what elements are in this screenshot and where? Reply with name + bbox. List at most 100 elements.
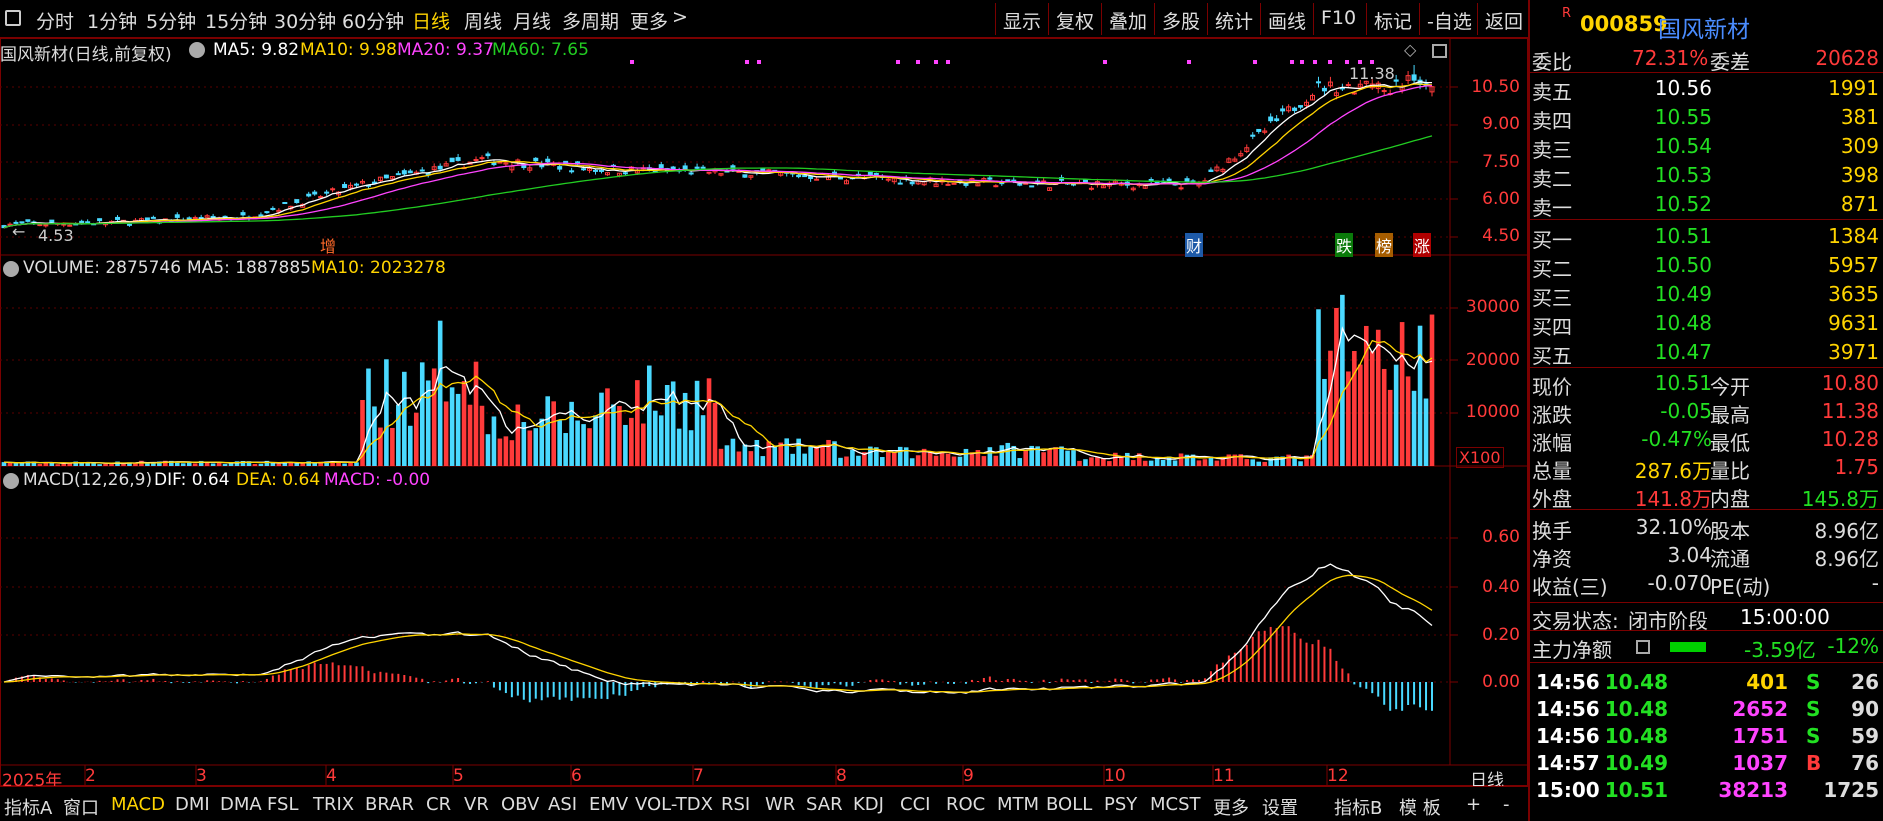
- tab-mtm[interactable]: MTM: [997, 794, 1039, 815]
- tab-fsl[interactable]: FSL: [267, 794, 299, 815]
- back-button[interactable]: 返回: [1477, 3, 1530, 35]
- bid-price: 10.49: [1654, 282, 1712, 306]
- volume-bar: [891, 452, 897, 466]
- event-marker-zhang[interactable]: 涨: [1413, 233, 1432, 257]
- zoom-out-button[interactable]: -: [1503, 794, 1510, 815]
- template-button[interactable]: 模 板: [1399, 794, 1441, 820]
- candle-body: [1005, 179, 1011, 182]
- overlay-button[interactable]: 叠加: [1101, 3, 1154, 35]
- watchlist-button[interactable]: -自选: [1419, 3, 1479, 35]
- tab-60min[interactable]: 60分钟: [342, 7, 404, 34]
- x-label-aug: 8: [836, 766, 847, 786]
- arrow-left-icon: ←: [12, 222, 26, 241]
- tab-cr[interactable]: CR: [426, 794, 451, 815]
- event-dot: [745, 60, 749, 64]
- tab-more[interactable]: 更多: [630, 7, 668, 34]
- candle-body: [658, 164, 664, 169]
- candle-body: [437, 165, 443, 170]
- volume-toggle-icon[interactable]: [3, 261, 19, 277]
- diamond-icon[interactable]: ◇: [1404, 40, 1416, 59]
- event-marker-bang[interactable]: 榜: [1375, 233, 1394, 257]
- tab-more-indicators[interactable]: 更多: [1213, 794, 1249, 820]
- flow-chart-icon[interactable]: [1636, 640, 1650, 654]
- quote-value: 10.28: [1821, 427, 1879, 451]
- tab-indicator-a[interactable]: 指标A: [4, 794, 52, 820]
- f10-button[interactable]: F10: [1313, 3, 1363, 35]
- tab-rsi[interactable]: RSI: [721, 794, 750, 815]
- volume-bar: [1071, 450, 1076, 466]
- volume-bar: [575, 420, 580, 466]
- ask-volume: 309: [1840, 134, 1879, 158]
- candle-body: [688, 172, 694, 175]
- tab-15min[interactable]: 15分钟: [205, 7, 267, 34]
- volume-bar: [1369, 351, 1375, 466]
- tab-asi[interactable]: ASI: [548, 794, 577, 815]
- stats-button[interactable]: 统计: [1207, 3, 1260, 35]
- event-marker-cai[interactable]: 财: [1185, 233, 1204, 257]
- quote-label: 涨跌: [1532, 403, 1572, 427]
- tab-5min[interactable]: 5分钟: [146, 7, 196, 34]
- ma20-line: [3, 84, 1433, 229]
- ma5-line: [3, 81, 1433, 229]
- tab-brar[interactable]: BRAR: [365, 794, 414, 815]
- multi-stock-button[interactable]: 多股: [1154, 3, 1207, 35]
- tab-window[interactable]: 窗口: [63, 794, 99, 820]
- tab-dma[interactable]: DMA: [220, 794, 262, 815]
- draw-line-button[interactable]: 画线: [1260, 3, 1313, 35]
- volume-bar: [593, 415, 598, 466]
- volume-bar: [1250, 459, 1256, 466]
- tab-boll[interactable]: BOLL: [1046, 794, 1092, 815]
- tab-dmi[interactable]: DMI: [175, 794, 210, 815]
- volume-bar: [1017, 458, 1023, 466]
- volume-bar: [276, 463, 282, 466]
- event-marker-zeng[interactable]: 增: [320, 233, 336, 257]
- menu-toggle-icon[interactable]: [5, 10, 21, 26]
- display-button[interactable]: 显示: [995, 3, 1048, 35]
- volume-bar: [993, 455, 999, 466]
- event-marker-die[interactable]: 跌: [1335, 233, 1354, 257]
- tick-side: S: [1806, 724, 1821, 748]
- tab-weekly[interactable]: 周线: [464, 7, 502, 34]
- tab-mcst[interactable]: MCST: [1150, 794, 1201, 815]
- tab-daily[interactable]: 日线: [412, 7, 450, 34]
- tab-trix[interactable]: TRIX: [313, 794, 354, 815]
- maximize-icon[interactable]: [1432, 44, 1447, 58]
- candle-body: [354, 183, 360, 186]
- tab-settings[interactable]: 设置: [1262, 794, 1298, 820]
- tab-vol-tdx[interactable]: VOL-TDX: [635, 794, 713, 815]
- volume-bar: [1077, 460, 1082, 466]
- quote-label: 量比: [1710, 459, 1750, 483]
- tab-1min[interactable]: 1分钟: [87, 7, 137, 34]
- tab-monthly[interactable]: 月线: [513, 7, 551, 34]
- tab-indicator-b[interactable]: 指标B: [1334, 794, 1382, 820]
- ask-price: 10.56: [1654, 76, 1712, 100]
- macd-toggle-icon[interactable]: [3, 473, 19, 489]
- tab-30min[interactable]: 30分钟: [274, 7, 336, 34]
- tab-vr[interactable]: VR: [464, 794, 489, 815]
- x-label-apr: 4: [326, 766, 337, 786]
- tab-roc[interactable]: ROC: [946, 794, 985, 815]
- bid-price: 10.51: [1654, 224, 1712, 248]
- tab-multi-period[interactable]: 多周期: [562, 7, 619, 34]
- chevron-right-icon[interactable]: >: [672, 6, 688, 28]
- candle-body: [694, 166, 700, 169]
- quote-label: 总量: [1532, 459, 1572, 483]
- price-tick-600: 6.00: [1482, 189, 1520, 209]
- tab-obv[interactable]: OBV: [501, 794, 539, 815]
- mark-button[interactable]: 标记: [1366, 3, 1419, 35]
- candle-body: [479, 157, 485, 160]
- tab-emv[interactable]: EMV: [589, 794, 628, 815]
- tab-fenshi[interactable]: 分时: [36, 7, 74, 34]
- adjust-button[interactable]: 复权: [1048, 3, 1101, 35]
- tab-cci[interactable]: CCI: [900, 794, 930, 815]
- volume-bar: [802, 453, 807, 466]
- tab-macd[interactable]: MACD: [111, 794, 165, 815]
- tab-sar[interactable]: SAR: [806, 794, 843, 815]
- tab-wr[interactable]: WR: [765, 794, 795, 815]
- candle-body: [144, 217, 150, 221]
- chart-canvas[interactable]: [0, 38, 1528, 786]
- zoom-in-button[interactable]: +: [1466, 794, 1481, 815]
- tab-psy[interactable]: PSY: [1104, 794, 1137, 815]
- tab-kdj[interactable]: KDJ: [853, 794, 884, 815]
- kline-toggle-icon[interactable]: [189, 42, 205, 58]
